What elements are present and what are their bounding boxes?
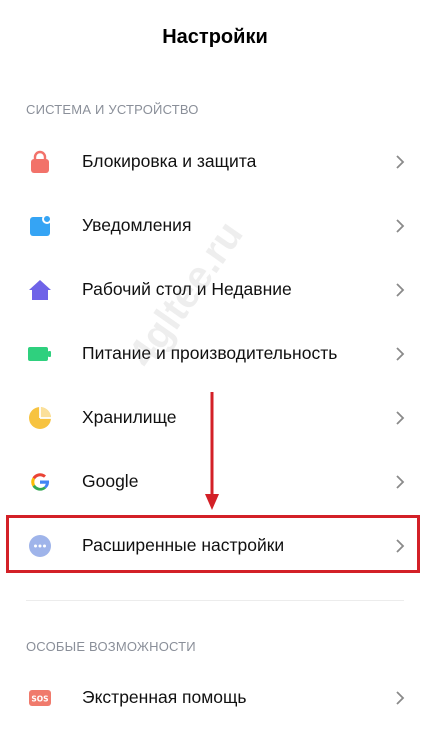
settings-item-label: Экстренная помощь bbox=[82, 687, 247, 707]
battery-icon bbox=[28, 347, 51, 361]
settings-item-battery[interactable]: Питание и производительность bbox=[0, 322, 430, 386]
red-arrow-annotation bbox=[205, 392, 219, 510]
settings-item-emergency[interactable]: SOS Экстренная помощь bbox=[0, 666, 430, 730]
sos-icon: SOS bbox=[29, 690, 51, 706]
chevron-right-icon bbox=[396, 283, 405, 297]
notifications-icon bbox=[30, 214, 52, 236]
lock-icon bbox=[31, 150, 49, 173]
settings-item-label: Хранилище bbox=[82, 407, 177, 427]
page-title: Настройки bbox=[162, 26, 268, 48]
section-divider bbox=[26, 600, 404, 601]
settings-item-lock[interactable]: Блокировка и защита bbox=[0, 130, 430, 194]
storage-pie-icon bbox=[29, 407, 51, 429]
svg-text:SOS: SOS bbox=[31, 695, 48, 704]
settings-item-label: Блокировка и защита bbox=[82, 151, 257, 171]
chevron-right-icon bbox=[396, 475, 405, 489]
highlight-box-annotation bbox=[6, 515, 420, 573]
settings-item-label: Google bbox=[82, 471, 139, 491]
chevron-right-icon bbox=[396, 411, 405, 425]
chevron-right-icon bbox=[396, 219, 405, 233]
settings-item-label: Питание и производительность bbox=[82, 343, 338, 363]
google-icon bbox=[31, 473, 50, 491]
settings-item-label: Уведомления bbox=[82, 215, 192, 235]
chevron-right-icon bbox=[396, 691, 405, 705]
chevron-right-icon bbox=[396, 347, 405, 361]
section-header-accessibility: ОСОБЫЕ ВОЗМОЖНОСТИ bbox=[26, 639, 196, 654]
chevron-right-icon bbox=[396, 155, 405, 169]
section-header-system: СИСТЕМА И УСТРОЙСТВО bbox=[26, 102, 199, 117]
home-icon bbox=[29, 280, 51, 300]
